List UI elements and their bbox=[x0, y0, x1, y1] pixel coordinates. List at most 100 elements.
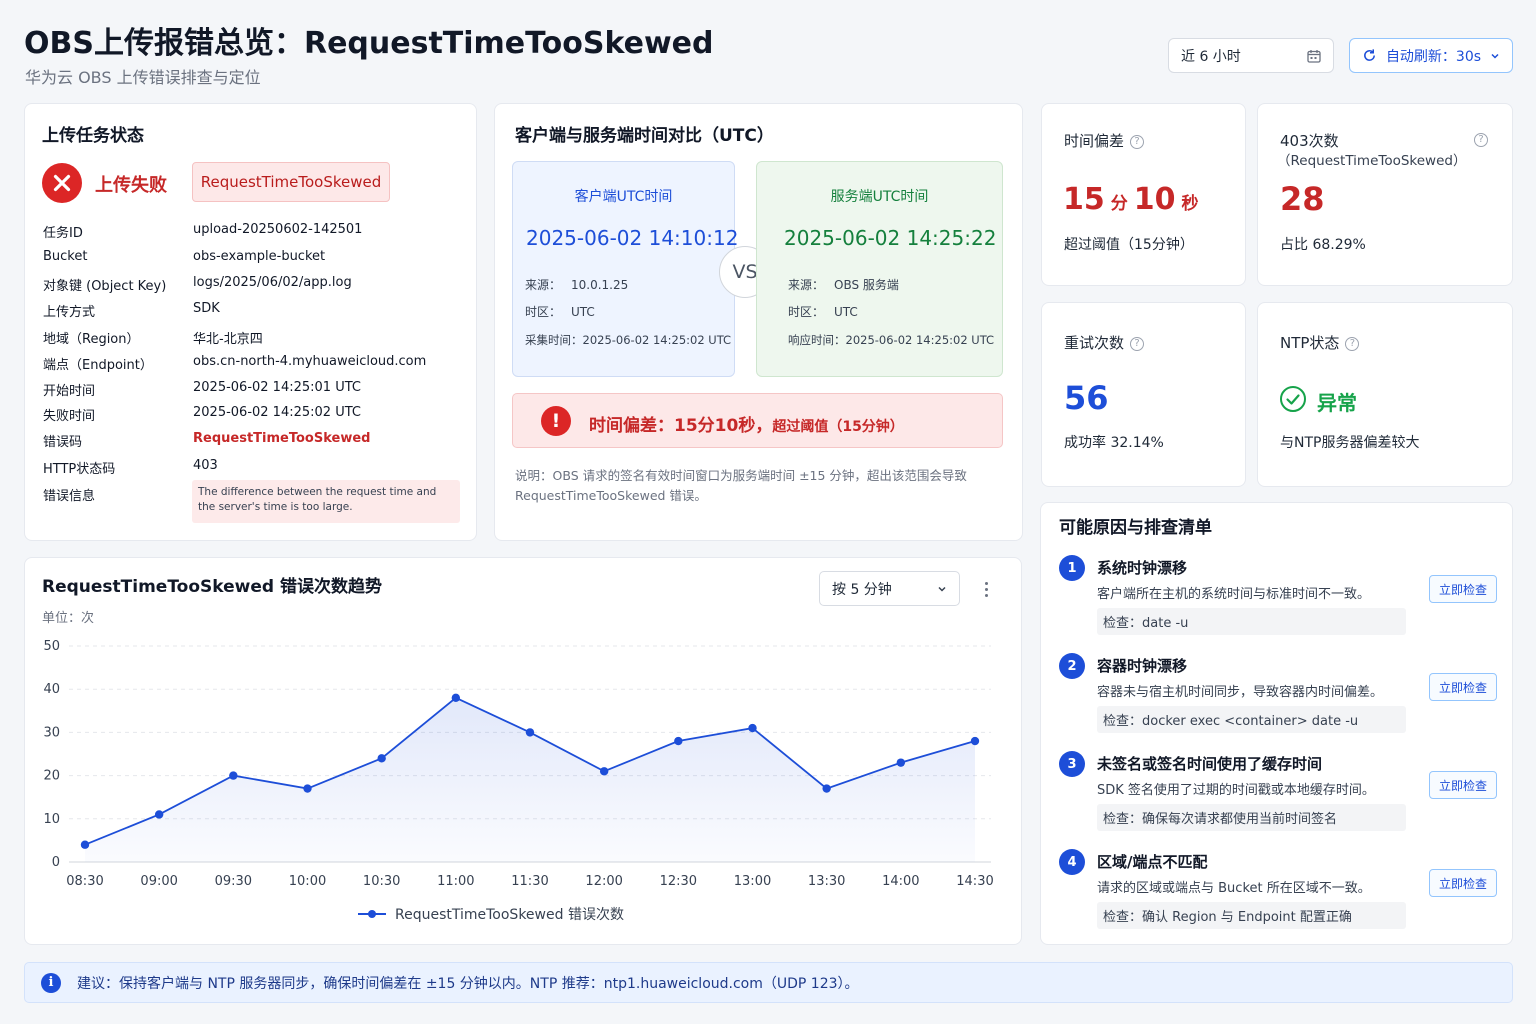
stat-sublabel: （RequestTimeTooSkewed） bbox=[1277, 153, 1467, 169]
page-title: OBS上传报错总览：RequestTimeTooSkewed bbox=[24, 26, 714, 61]
stat-value: 56 bbox=[1064, 379, 1109, 417]
stat-desc: 占比 68.29% bbox=[1280, 237, 1366, 253]
help-icon[interactable]: ? bbox=[1474, 133, 1488, 147]
server-time-panel: 服务端UTC时间 2025-06-02 14:25:22 来源： OBS 服务端 … bbox=[756, 161, 1003, 377]
stat-card-skew: 时间偏差? 15 分 10 秒 超过阈值（15分钟） bbox=[1041, 103, 1246, 286]
data-point bbox=[896, 758, 906, 767]
cause-desc: 容器未与宿主机时间同步，导致容器内时间偏差。 bbox=[1097, 685, 1384, 700]
page-subtitle: 华为云 OBS 上传错误排查与定位 bbox=[25, 68, 261, 87]
y-tick-label: 50 bbox=[43, 639, 60, 654]
status-label: 上传失败 bbox=[95, 175, 167, 196]
server-response-time: 响应时间：2025-06-02 14:25:02 UTC bbox=[788, 333, 995, 347]
y-tick-label: 20 bbox=[43, 769, 60, 784]
y-tick-label: 0 bbox=[52, 855, 60, 870]
check-now-button[interactable]: 立即检查 bbox=[1429, 771, 1497, 799]
card-title: 可能原因与排查清单 bbox=[1059, 518, 1212, 538]
x-tick-label: 11:00 bbox=[437, 874, 474, 889]
cause-item: 4 区域/端点不匹配 请求的区域或端点与 Bucket 所在区域不一致。 检查：… bbox=[1041, 847, 1514, 931]
stat-desc: 与NTP服务器偏差较大 bbox=[1280, 435, 1420, 451]
cause-number: 4 bbox=[1059, 849, 1085, 875]
legend-label: RequestTimeTooSkewed 错误次数 bbox=[395, 907, 624, 923]
x-tick-label: 11:30 bbox=[511, 874, 548, 889]
data-point bbox=[303, 784, 312, 793]
x-tick-label: 10:00 bbox=[289, 874, 326, 889]
data-point bbox=[377, 754, 386, 763]
server-time-value: 2025-06-02 14:25:22 bbox=[784, 226, 997, 250]
data-point bbox=[748, 723, 757, 733]
stat-label: 时间偏差? bbox=[1064, 130, 1145, 151]
cause-check-command: 检查：docker exec <container> date -u bbox=[1097, 706, 1406, 733]
cause-title: 未签名或签名时间使用了缓存时间 bbox=[1097, 755, 1323, 773]
skew-alert: ! 时间偏差：15分10秒，超过阈值（15分钟） bbox=[512, 393, 1003, 448]
data-point bbox=[154, 810, 164, 819]
causes-card: 可能原因与排查清单 1 系统时钟漂移 客户端所在主机的系统时间与标准时间不一致。… bbox=[1040, 502, 1513, 945]
x-tick-label: 09:00 bbox=[140, 874, 177, 889]
error-message: The difference between the request time … bbox=[192, 480, 460, 523]
stat-label: 403次数 bbox=[1280, 132, 1339, 150]
check-now-button[interactable]: 立即检查 bbox=[1429, 673, 1497, 701]
skew-value: 15 分 10 秒 bbox=[1063, 182, 1199, 217]
server-time-label: 服务端UTC时间 bbox=[830, 189, 929, 205]
time-window-note: 说明：OBS 请求的签名有效时间窗口为服务端时间 ±15 分钟，超出该范围会导致… bbox=[515, 468, 967, 503]
client-timezone: 时区： UTC bbox=[525, 305, 595, 319]
stat-label: NTP状态? bbox=[1280, 332, 1360, 353]
ntp-status-value: 异常 bbox=[1317, 391, 1357, 415]
cause-number: 2 bbox=[1059, 653, 1085, 679]
data-point bbox=[970, 736, 980, 746]
time-range-value: 近 6 小时 bbox=[1181, 48, 1241, 65]
upload-status-card: 上传任务状态 上传失败 RequestTimeTooSkewed 任务ID upl… bbox=[24, 103, 477, 541]
stat-label: 重试次数? bbox=[1064, 332, 1145, 353]
series-area bbox=[85, 697, 975, 862]
client-collect-time: 采集时间：2025-06-02 14:25:02 UTC bbox=[525, 333, 732, 347]
check-now-button[interactable]: 立即检查 bbox=[1429, 869, 1497, 897]
y-tick-label: 10 bbox=[43, 812, 60, 827]
stat-desc: 超过阈值（15分钟） bbox=[1064, 237, 1194, 253]
data-point bbox=[674, 736, 683, 746]
x-tick-label: 10:30 bbox=[363, 874, 400, 889]
tip-banner: i 建议：保持客户端与 NTP 服务器同步，确保时间偏差在 ±15 分钟以内。N… bbox=[24, 962, 1513, 1003]
data-point bbox=[80, 840, 90, 849]
help-icon[interactable]: ? bbox=[1345, 337, 1360, 351]
cause-check-command: 检查：确认 Region 与 Endpoint 配置正确 bbox=[1097, 902, 1406, 929]
card-title: 上传任务状态 bbox=[42, 126, 144, 146]
cause-desc: 客户端所在主机的系统时间与标准时间不一致。 bbox=[1097, 587, 1371, 602]
card-title: 客户端与服务端时间对比（UTC） bbox=[515, 126, 774, 146]
trend-chart-card: RequestTimeTooSkewed 错误次数趋势 单位：次 按 5 分钟 … bbox=[24, 557, 1022, 945]
cause-check-command: 检查：确保每次请求都使用当前时间签名 bbox=[1097, 804, 1406, 831]
client-time-value: 2025-06-02 14:10:12 bbox=[526, 226, 739, 250]
x-tick-label: 12:00 bbox=[585, 874, 622, 889]
help-icon[interactable]: ? bbox=[1130, 135, 1145, 149]
client-time-label: 客户端UTC时间 bbox=[574, 189, 673, 205]
time-range-select[interactable]: 近 6 小时 bbox=[1168, 38, 1334, 73]
chevron-down-icon bbox=[1491, 53, 1499, 59]
x-tick-label: 14:00 bbox=[882, 874, 919, 889]
alert-text: 时间偏差：15分10秒，超过阈值（15分钟） bbox=[589, 416, 904, 436]
cause-check-command: 检查：date -u bbox=[1097, 608, 1406, 635]
client-source: 来源： 10.0.1.25 bbox=[525, 278, 629, 292]
trend-chart: 0 10 20 30 40 50 08:30 09:00 09:30 10:00 10:30 11:0… bbox=[43, 639, 993, 923]
time-compare-card: 客户端与服务端时间对比（UTC） 客户端UTC时间 2025-06-02 14:… bbox=[494, 103, 1023, 541]
data-point bbox=[451, 693, 461, 703]
client-time-panel: 客户端UTC时间 2025-06-02 14:10:12 来源： 10.0.1.2… bbox=[512, 161, 739, 377]
cause-number: 3 bbox=[1059, 751, 1085, 777]
cause-title: 区域/端点不匹配 bbox=[1097, 853, 1208, 871]
y-tick-label: 40 bbox=[43, 682, 60, 697]
check-now-button[interactable]: 立即检查 bbox=[1429, 575, 1497, 603]
help-icon[interactable]: ? bbox=[1130, 337, 1145, 351]
data-point bbox=[599, 767, 609, 776]
cause-item: 3 未签名或签名时间使用了缓存时间 SDK 签名使用了过期的时间戳或本地缓存时间… bbox=[1041, 749, 1514, 833]
cause-desc: SDK 签名使用了过期的时间戳或本地缓存时间。 bbox=[1097, 783, 1375, 798]
tip-text: 建议：保持客户端与 NTP 服务器同步，确保时间偏差在 ±15 分钟以内。NTP… bbox=[77, 975, 859, 992]
check-circle-icon bbox=[1280, 386, 1306, 412]
stat-desc: 成功率 32.14% bbox=[1064, 435, 1164, 451]
x-tick-label: 12:30 bbox=[660, 874, 697, 889]
y-tick-label: 30 bbox=[43, 725, 60, 740]
alert-icon: ! bbox=[541, 406, 571, 436]
cause-title: 系统时钟漂移 bbox=[1097, 559, 1188, 577]
x-tick-label: 13:30 bbox=[808, 874, 845, 889]
data-point bbox=[822, 784, 831, 793]
cause-item: 2 容器时钟漂移 容器未与宿主机时间同步，导致容器内时间偏差。 检查：docke… bbox=[1041, 651, 1514, 735]
auto-refresh-select[interactable]: 自动刷新：30s bbox=[1349, 38, 1513, 73]
calendar-icon bbox=[1307, 49, 1321, 63]
stat-value: 28 bbox=[1280, 180, 1325, 218]
